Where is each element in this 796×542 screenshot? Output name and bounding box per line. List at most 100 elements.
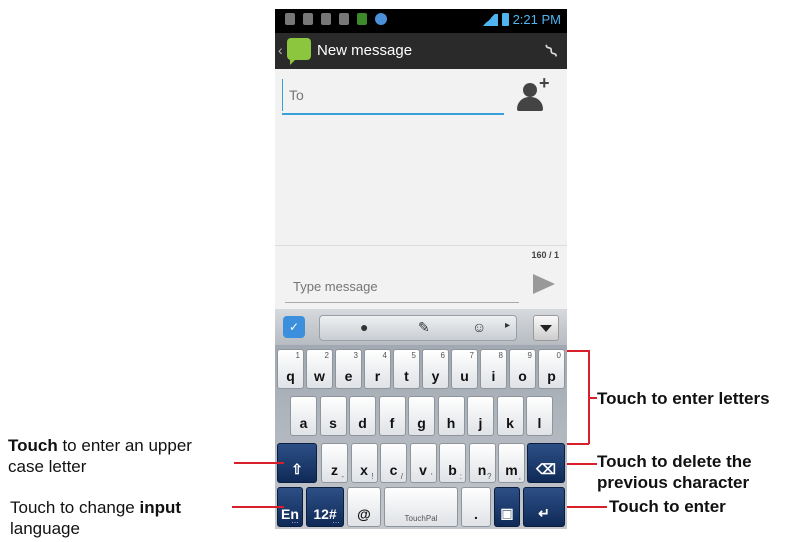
compose-area: 160 / 1 [275,245,567,310]
key-y-number-hint: 6 [440,351,445,360]
key-f[interactable]: f [378,396,406,436]
language-annotation-plain: Touch to change [10,498,140,517]
recipient-input[interactable] [282,79,491,111]
at-key[interactable]: @ [347,487,381,527]
key-r[interactable]: r4 [364,349,391,389]
back-chevron-icon[interactable]: ‹ [278,42,283,58]
delete-key[interactable]: ⌫ [527,443,565,483]
key-d-label: d [358,415,367,431]
keyboard-toolbar: ✓ ● ✎ ☺ ▸ [275,309,567,345]
key-c[interactable]: c / [380,443,407,483]
status-bar: 2:21 PM [275,9,567,33]
char-counter: 160 / 1 [531,250,559,260]
key-i-number-hint: 8 [498,351,503,360]
upper-annotation-line2: case letter [8,457,87,476]
key-x-symbol-hint: ! [371,472,374,481]
key-h[interactable]: h [437,396,465,436]
key-z[interactable]: z- [321,443,348,483]
key-p-label: p [547,368,556,384]
key-b[interactable]: b: [439,443,466,483]
key-w-number-hint: 2 [324,351,329,360]
media-icon [339,13,349,25]
key-k-label: k [506,415,514,431]
plus-icon: + [539,73,550,93]
key-a[interactable]: a [290,396,317,436]
period-key[interactable]: . [461,487,491,527]
language-annotation-line2: language [10,519,80,538]
number-mode-key-symbol-hint: … [332,516,340,525]
clock: 2:21 PM [512,12,561,27]
hide-keyboard-button[interactable] [533,315,559,341]
delete-line [567,463,597,465]
app-icon [357,13,367,25]
pen-icon[interactable]: ✎ [418,319,430,336]
key-t-number-hint: 5 [411,351,416,360]
key-v[interactable]: v ' [409,443,437,483]
key-o[interactable]: o9 [509,349,536,389]
touchpal-logo-icon[interactable]: ✓ [283,316,305,338]
letters-line-bottom [567,443,589,445]
key-p-number-hint: 0 [556,351,561,360]
key-g[interactable]: g [408,396,435,436]
key-e-number-hint: 3 [353,351,358,360]
toolbar-more-icon[interactable]: ▸ [505,320,510,331]
messaging-app-icon[interactable] [287,38,311,65]
letters-annotation: Touch to enter letters [597,389,770,408]
number-mode-key[interactable]: 12#… [306,487,344,527]
enter-key[interactable]: ↵ [523,487,565,527]
phone-screen: 2:21 PM ‹ New message ⌇ + 160 / 1 ✓ ● ✎ … [275,9,567,529]
action-bar: ‹ New message ⌇ [275,33,567,69]
upper-annotation-bold: Touch [8,436,58,455]
space-key[interactable]: TouchPal [384,487,458,527]
contact-body-icon [517,97,543,111]
key-y-label: y [431,368,440,384]
key-m[interactable]: m, [498,443,525,483]
key-u[interactable]: u7 [451,349,478,389]
key-x[interactable]: x! [350,443,378,483]
key-d[interactable]: d [349,396,376,436]
key-s[interactable]: s [319,396,347,436]
key-u-number-hint: 7 [469,351,474,360]
key-a-label: a [299,415,308,431]
toolbar-tools: ● ✎ ☺ ▸ [319,315,517,341]
key-q[interactable]: q1 [277,349,304,389]
delete-annotation-line1: Touch to delete the [597,452,752,471]
signal-icon [479,13,498,26]
backspace-icon: ⌫ [536,461,556,477]
key-l-label: l [537,415,542,431]
contact-head-icon [523,83,537,97]
delete-annotation-line2: previous character [597,473,750,492]
send-icon[interactable] [533,274,555,294]
key-l[interactable]: l [526,396,553,436]
recipient-field[interactable] [282,79,504,115]
add-contact-button[interactable]: + [515,73,551,117]
key-o-number-hint: 9 [527,351,532,360]
emoji-icon[interactable]: ☺ [472,319,486,335]
language-line [232,506,284,508]
key-b-symbol-hint: : [459,472,462,481]
key-j-label: j [478,415,483,431]
key-n[interactable]: n? [468,443,496,483]
language-annotation: Touch to change input language [10,497,181,539]
language-annotation-bold: input [139,498,182,517]
key-t[interactable]: t5 [393,349,420,389]
key-i[interactable]: i8 [480,349,507,389]
usb-icon [303,13,313,25]
delete-annotation: Touch to delete the previous character [597,451,752,493]
attach-icon[interactable]: ⌇ [540,39,564,64]
globe-icon [375,13,387,25]
input-switch-key[interactable]: ▣ [494,487,520,527]
key-w[interactable]: w2 [306,349,333,389]
message-input[interactable] [285,270,519,303]
key-y[interactable]: y6 [422,349,449,389]
letters-line-top [567,350,589,352]
key-k[interactable]: k [496,396,524,436]
letters-line-pointer [589,397,597,399]
upper-annotation-rest: to enter an upper [57,436,192,455]
key-h-label: h [446,415,456,431]
microphone-icon[interactable]: ● [360,319,368,335]
key-p[interactable]: p0 [538,349,565,389]
key-j[interactable]: j [467,396,494,436]
key-e[interactable]: e3 [335,349,362,389]
key-q-number-hint: 1 [295,351,300,360]
